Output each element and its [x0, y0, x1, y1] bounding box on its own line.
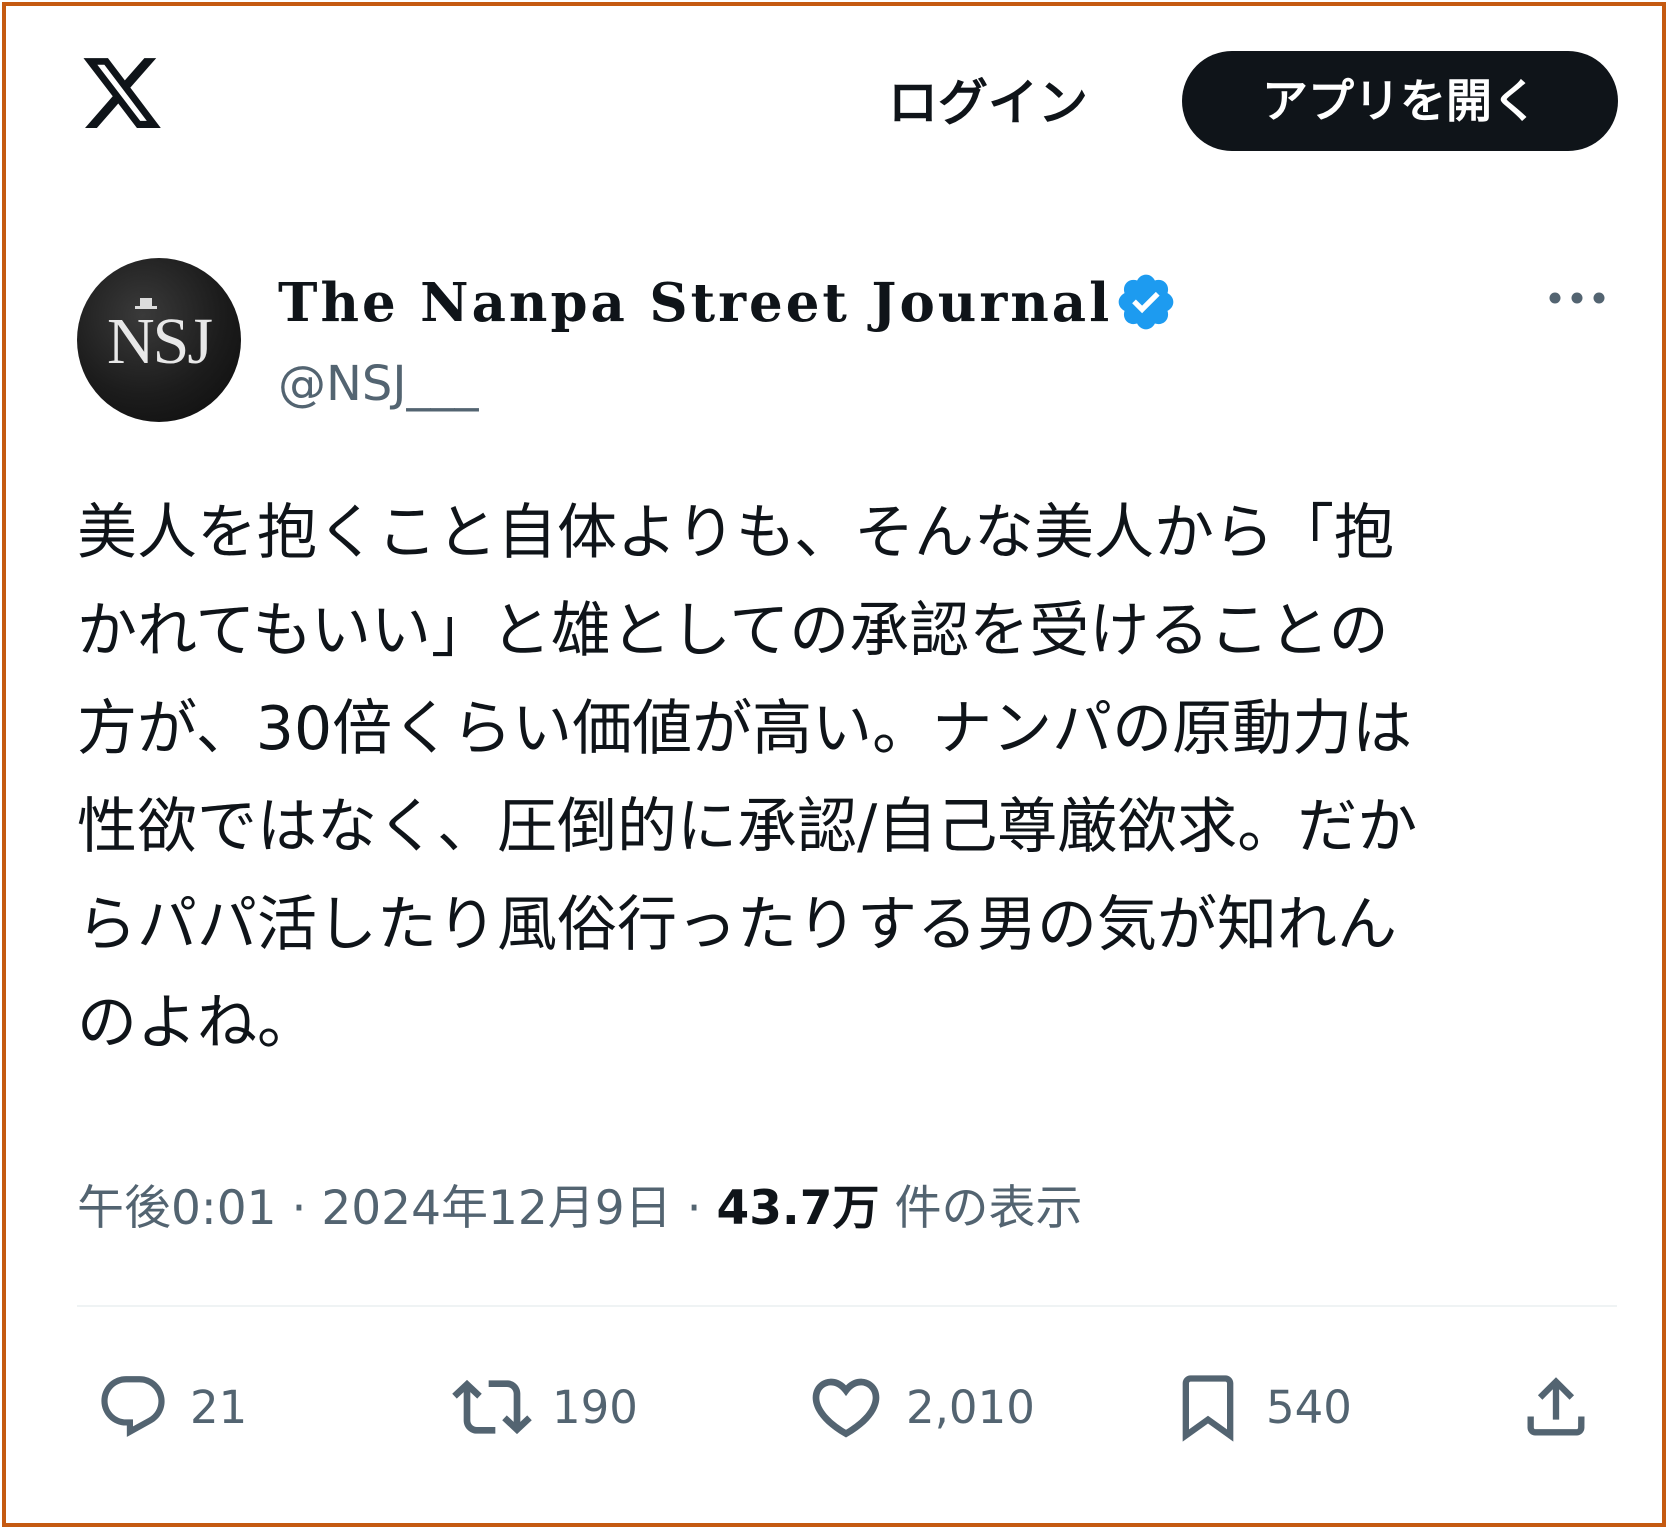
- like-button[interactable]: 2,010: [806, 1362, 1035, 1452]
- bookmark-icon: [1182, 1375, 1234, 1442]
- share-button[interactable]: [1518, 1362, 1594, 1452]
- views-count: 43.7万: [716, 1181, 880, 1236]
- meta-separator: ·: [671, 1181, 717, 1236]
- reply-button[interactable]: 21: [96, 1362, 247, 1452]
- tweet-line: かれてもいい」と雄としての承認を受けることの: [77, 596, 1389, 666]
- meta-separator: ·: [276, 1181, 322, 1236]
- reply-count: 21: [190, 1380, 248, 1434]
- tweet-line: のよね。: [77, 988, 317, 1058]
- author-handle[interactable]: @NSJ___: [278, 356, 479, 412]
- retweet-icon: [452, 1379, 532, 1435]
- divider: [77, 1305, 1617, 1307]
- tweet-line: 美人を抱くこと自体よりも、そんな美人から「抱: [77, 498, 1394, 568]
- share-icon: [1527, 1377, 1585, 1436]
- bookmark-count: 540: [1266, 1380, 1352, 1434]
- heart-icon: [812, 1378, 880, 1438]
- bookmark-button[interactable]: 540: [1170, 1362, 1352, 1452]
- verified-badge-icon[interactable]: [1114, 270, 1178, 334]
- like-count: 2,010: [906, 1380, 1035, 1434]
- open-app-button[interactable]: アプリを開く: [1182, 51, 1618, 151]
- reply-icon: [101, 1376, 165, 1437]
- login-button[interactable]: ログイン: [872, 68, 1104, 138]
- more-options-icon[interactable]: [1542, 278, 1612, 318]
- tweet-line: 方が、30倍くらい価値が高い。ナンパの原動力は: [77, 694, 1413, 764]
- tweet-date[interactable]: 2024年12月9日: [321, 1181, 671, 1236]
- avatar[interactable]: NSJ: [77, 258, 241, 422]
- tweet-time[interactable]: 午後0:01: [77, 1181, 277, 1236]
- tweet-text: 美人を抱くこと自体よりも、そんな美人から「抱 かれてもいい」と雄としての承認を受…: [77, 484, 1617, 1072]
- tweet-meta: 午後0:01 · 2024年12月9日 · 43.7万 件の表示: [77, 1169, 1082, 1238]
- tweet-line: 性欲ではなく、圧倒的に承認/自己尊厳欲求。だか: [77, 792, 1418, 862]
- retweet-button[interactable]: 190: [452, 1362, 638, 1452]
- author-display-name[interactable]: The Nanpa Street Journal: [278, 272, 1112, 338]
- x-logo-icon[interactable]: [78, 50, 166, 136]
- avatar-initials: NSJ: [106, 305, 213, 378]
- tweet-line: らパパ活したり風俗行ったりする男の気が知れん: [77, 890, 1397, 960]
- retweet-count: 190: [552, 1380, 638, 1434]
- views-label: 件の表示: [879, 1181, 1083, 1236]
- screenshot-frame: ログイン アプリを開く NSJ The Nanpa Street Journal…: [2, 2, 1666, 1527]
